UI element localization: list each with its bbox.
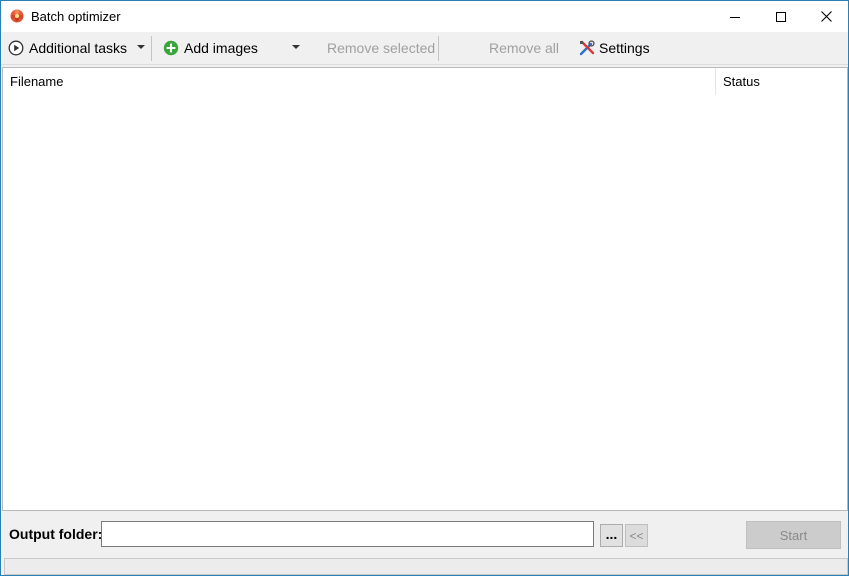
maximize-button[interactable] (758, 1, 804, 32)
status-bar (4, 558, 848, 575)
minimize-icon (730, 16, 740, 18)
additional-tasks-dropdown-arrow[interactable] (137, 45, 145, 49)
browse-folder-button[interactable]: ... (600, 524, 623, 547)
remove-selected-button[interactable]: Remove selected (327, 32, 435, 64)
file-list[interactable]: Filename Status (2, 67, 848, 511)
toolbar: Additional tasks Add images Remove selec… (1, 32, 848, 65)
settings-label: Settings (599, 40, 650, 56)
app-flower-icon (10, 9, 24, 23)
remove-all-label: Remove all (489, 40, 560, 56)
toolbar-separator (151, 36, 152, 61)
remove-selected-label: Remove selected (327, 40, 436, 56)
settings-button[interactable]: Settings (578, 32, 650, 64)
minimize-button[interactable] (712, 1, 758, 32)
remove-all-button[interactable]: Remove all (489, 32, 559, 64)
play-circle-icon (8, 40, 24, 56)
list-header: Filename Status (3, 68, 847, 95)
plus-circle-icon (163, 40, 179, 56)
close-icon (820, 11, 832, 22)
start-button[interactable]: Start (746, 521, 841, 549)
title-bar[interactable]: Batch optimizer (1, 1, 848, 32)
column-header-filename[interactable]: Filename (3, 68, 715, 95)
column-header-status[interactable]: Status (715, 68, 847, 95)
toolbar-separator (438, 36, 439, 61)
add-images-button[interactable]: Add images (163, 32, 258, 64)
window-title: Batch optimizer (31, 9, 121, 24)
additional-tasks-button[interactable]: Additional tasks (8, 32, 127, 64)
batch-optimizer-window: Batch optimizer Additional tasks Add ima… (0, 0, 849, 576)
add-images-label: Add images (184, 40, 258, 56)
back-button[interactable]: << (625, 524, 648, 547)
output-folder-label: Output folder: (9, 526, 103, 542)
close-button[interactable] (803, 1, 849, 32)
maximize-icon (776, 11, 786, 22)
output-bar: Output folder: ... << Start (1, 512, 848, 558)
tools-icon (579, 40, 595, 56)
output-folder-input[interactable] (101, 521, 594, 547)
add-images-dropdown-arrow[interactable] (292, 45, 300, 49)
additional-tasks-label: Additional tasks (29, 40, 128, 56)
